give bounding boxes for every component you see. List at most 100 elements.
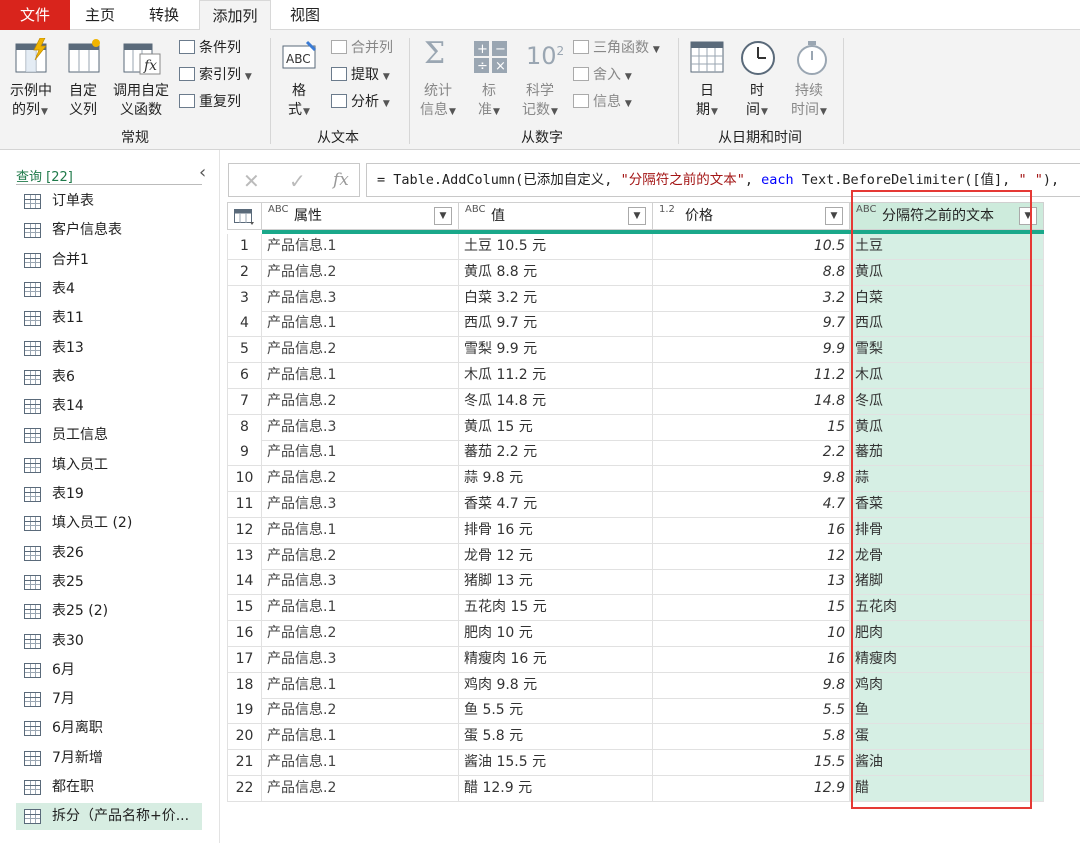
query-item[interactable]: 6月离职 <box>16 715 202 742</box>
cell-price[interactable]: 8.8 <box>653 259 850 286</box>
row-number[interactable]: 6 <box>227 363 262 389</box>
cell-price[interactable]: 12 <box>653 543 850 570</box>
extract-button[interactable]: 提取 ▼ <box>331 65 390 85</box>
cell-attribute[interactable]: 产品信息.2 <box>262 388 459 415</box>
column-header-attribute[interactable]: ABC 属性 ▼ <box>262 202 459 230</box>
query-item[interactable]: 表6 <box>16 364 202 391</box>
cell-price[interactable]: 5.8 <box>653 724 850 751</box>
row-number[interactable]: 18 <box>227 672 262 699</box>
query-item[interactable]: 表25 <box>16 569 202 596</box>
row-number[interactable]: 4 <box>227 311 262 338</box>
query-item[interactable]: 表4 <box>16 276 202 303</box>
cell-value[interactable]: 白菜 3.2 元 <box>459 285 653 312</box>
rounding-button[interactable]: 舍入 ▼ <box>573 65 632 85</box>
cell-price[interactable]: 15.5 <box>653 750 850 776</box>
row-number[interactable]: 22 <box>227 775 262 802</box>
column-type-icon[interactable]: ABC <box>465 204 486 215</box>
cell-value[interactable]: 西瓜 9.7 元 <box>459 311 653 338</box>
cell-value[interactable]: 黄瓜 15 元 <box>459 414 653 441</box>
cell-price[interactable]: 12.9 <box>653 775 850 802</box>
query-item[interactable]: 都在职 <box>16 774 202 801</box>
cell-attribute[interactable]: 产品信息.3 <box>262 285 459 312</box>
cell-price[interactable]: 2.2 <box>653 440 850 467</box>
cell-price[interactable]: 16 <box>653 517 850 544</box>
row-number[interactable]: 7 <box>227 388 262 415</box>
cell-value[interactable]: 黄瓜 8.8 元 <box>459 259 653 286</box>
cell-value[interactable]: 土豆 10.5 元 <box>459 234 653 260</box>
row-number[interactable]: 8 <box>227 414 262 441</box>
row-number[interactable]: 1 <box>227 234 262 260</box>
tab-file[interactable]: 文件 <box>0 0 70 30</box>
cancel-icon[interactable]: ✕ <box>243 169 260 193</box>
cell-attribute[interactable]: 产品信息.3 <box>262 646 459 673</box>
query-item[interactable]: 客户信息表 <box>16 217 202 244</box>
row-number[interactable]: 16 <box>227 621 262 647</box>
row-number[interactable]: 5 <box>227 337 262 364</box>
row-number[interactable]: 14 <box>227 569 262 596</box>
cell-price[interactable]: 9.7 <box>653 311 850 338</box>
cell-attribute[interactable]: 产品信息.1 <box>262 517 459 544</box>
cell-attribute[interactable]: 产品信息.1 <box>262 672 459 699</box>
cell-attribute[interactable]: 产品信息.3 <box>262 492 459 518</box>
conditional-column-button[interactable]: 条件列 <box>179 38 241 58</box>
cell-value[interactable]: 猪脚 13 元 <box>459 569 653 596</box>
cell-attribute[interactable]: 产品信息.3 <box>262 569 459 596</box>
cell-value[interactable]: 酱油 15.5 元 <box>459 750 653 776</box>
cell-attribute[interactable]: 产品信息.2 <box>262 698 459 725</box>
cell-price[interactable]: 10.5 <box>653 234 850 260</box>
duplicate-column-button[interactable]: 重复列 <box>179 92 241 112</box>
cell-attribute[interactable]: 产品信息.1 <box>262 724 459 751</box>
cell-attribute[interactable]: 产品信息.1 <box>262 595 459 622</box>
row-number[interactable]: 10 <box>227 466 262 493</box>
query-item[interactable]: 合并1 <box>16 247 202 274</box>
query-item[interactable]: 表25 (2) <box>16 598 202 625</box>
row-number[interactable]: 21 <box>227 750 262 776</box>
cell-value[interactable]: 蕃茄 2.2 元 <box>459 440 653 467</box>
row-number[interactable]: 15 <box>227 595 262 622</box>
tab-home[interactable]: 主页 <box>70 0 130 30</box>
cell-price[interactable]: 15 <box>653 414 850 441</box>
query-item[interactable]: 表19 <box>16 481 202 508</box>
query-item[interactable]: 员工信息 <box>16 422 202 449</box>
column-type-icon[interactable]: ABC <box>268 204 289 215</box>
collapse-chevron-icon[interactable]: ‹ <box>199 162 206 183</box>
cell-attribute[interactable]: 产品信息.1 <box>262 363 459 389</box>
cell-attribute[interactable]: 产品信息.1 <box>262 234 459 260</box>
cell-price[interactable]: 4.7 <box>653 492 850 518</box>
cell-value[interactable]: 蛋 5.8 元 <box>459 724 653 751</box>
cell-price[interactable]: 3.2 <box>653 285 850 312</box>
cell-value[interactable]: 肥肉 10 元 <box>459 621 653 647</box>
cell-value[interactable]: 鸡肉 9.8 元 <box>459 672 653 699</box>
cell-value[interactable]: 精瘦肉 16 元 <box>459 646 653 673</box>
query-item[interactable]: 表30 <box>16 628 202 655</box>
confirm-icon[interactable]: ✓ <box>289 169 306 193</box>
cell-attribute[interactable]: 产品信息.2 <box>262 337 459 364</box>
cell-price[interactable]: 9.8 <box>653 466 850 493</box>
cell-value[interactable]: 冬瓜 14.8 元 <box>459 388 653 415</box>
cell-attribute[interactable]: 产品信息.2 <box>262 466 459 493</box>
row-number[interactable]: 2 <box>227 259 262 286</box>
cell-price[interactable]: 9.8 <box>653 672 850 699</box>
query-item[interactable]: 7月 <box>16 686 202 713</box>
filter-dropdown-icon[interactable]: ▼ <box>825 207 843 225</box>
row-number[interactable]: 12 <box>227 517 262 544</box>
cell-value[interactable]: 排骨 16 元 <box>459 517 653 544</box>
cell-attribute[interactable]: 产品信息.1 <box>262 440 459 467</box>
table-corner-menu[interactable] <box>227 202 262 230</box>
cell-price[interactable]: 10 <box>653 621 850 647</box>
query-item[interactable]: 7月新增 <box>16 745 202 772</box>
cell-attribute[interactable]: 产品信息.3 <box>262 414 459 441</box>
cell-value[interactable]: 五花肉 15 元 <box>459 595 653 622</box>
query-item[interactable]: 填入员工 (2) <box>16 510 202 537</box>
trigonometry-button[interactable]: 三角函数 ▼ <box>573 38 660 58</box>
cell-value[interactable]: 鱼 5.5 元 <box>459 698 653 725</box>
filter-dropdown-icon[interactable]: ▼ <box>628 207 646 225</box>
queries-header[interactable]: 查询 [22] <box>16 166 73 185</box>
cell-attribute[interactable]: 产品信息.1 <box>262 750 459 776</box>
index-column-button[interactable]: 索引列 ▼ <box>179 65 252 85</box>
column-type-icon[interactable]: 1.2 <box>659 204 675 215</box>
query-item[interactable]: 订单表 <box>16 188 202 215</box>
fx-icon[interactable]: fx <box>333 170 349 190</box>
merge-columns-button[interactable]: 合并列 <box>331 38 393 58</box>
cell-attribute[interactable]: 产品信息.2 <box>262 259 459 286</box>
